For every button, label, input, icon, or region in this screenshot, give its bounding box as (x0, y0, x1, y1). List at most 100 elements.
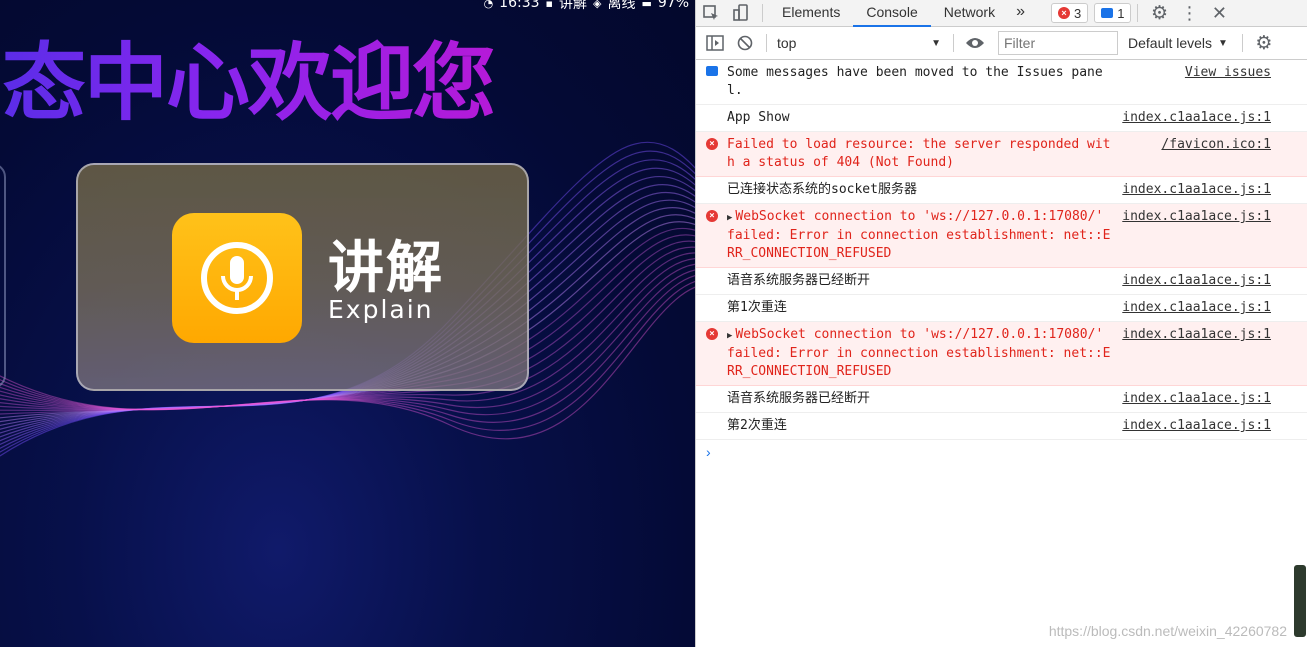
source-link[interactable]: /favicon.ico:1 (1161, 136, 1271, 154)
microphone-icon (172, 213, 302, 343)
console-message-text: 第2次重连 (727, 417, 1112, 435)
source-link[interactable]: index.c1aa1ace.js:1 (1122, 181, 1271, 199)
console-error-row[interactable]: × ▶ WebSocket connection to 'ws://127.0.0.… (696, 322, 1307, 386)
source-link[interactable]: index.c1aa1ace.js:1 (1122, 272, 1271, 290)
message-text: 已连接状态系统的socket服务器 (727, 182, 917, 197)
status-time: 16:33 (499, 0, 540, 11)
console-message-text: 第1次重连 (727, 299, 1112, 317)
tab-network[interactable]: Network (931, 0, 1008, 27)
dropdown-arrow-icon: ▼ (1218, 37, 1228, 49)
error-icon: × (706, 210, 718, 222)
source-link[interactable]: index.c1aa1ace.js:1 (1122, 390, 1271, 408)
console-message-text: App Show (727, 109, 1112, 127)
console-prompt[interactable]: › (696, 440, 1307, 464)
error-icon: × (706, 138, 718, 150)
message-text: 第1次重连 (727, 300, 787, 315)
console-message-text: Failed to load resource: the server resp… (727, 136, 1112, 172)
signal-icon: ◈ (593, 0, 602, 10)
message-icon (706, 66, 718, 76)
console-message-text: ▶ WebSocket connection to 'ws://127.0.0.1… (727, 326, 1112, 381)
app-icon: ▪ (545, 0, 553, 10)
dropdown-arrow-icon: ▼ (931, 37, 941, 49)
message-text: App Show (727, 110, 790, 125)
message-count: 1 (1117, 5, 1125, 21)
console-message-text: 语音系统服务器已经断开 (727, 390, 1112, 408)
more-tabs-button[interactable]: » (1008, 0, 1033, 27)
error-count: 3 (1074, 5, 1082, 21)
console-message-text: 语音系统服务器已经断开 (727, 272, 1112, 290)
message-text: 第2次重连 (727, 418, 787, 433)
source-link[interactable]: index.c1aa1ace.js:1 (1122, 109, 1271, 127)
status-bar: ◔ 16:33 ▪ 讲解 ◈ 离线 ▬ 97% (484, 0, 689, 12)
welcome-title: 态中心欢迎您 (2, 16, 496, 137)
devtools-panel: Elements Console Network » × 3 1 ⚙ ⋮ ✕ t… (695, 0, 1307, 647)
more-options-icon[interactable]: ⋮ (1174, 0, 1204, 27)
console-messages: Some messages have been moved to the Iss… (696, 60, 1307, 440)
previous-card[interactable] (0, 163, 6, 389)
inspect-element-icon[interactable] (696, 0, 726, 27)
log-levels-dropdown[interactable]: Default levels ▼ (1128, 35, 1228, 51)
levels-label: Default levels (1128, 35, 1213, 51)
watermark: https://blog.csdn.net/weixin_42260782 (1048, 623, 1287, 639)
status-app-name: 讲解 (559, 0, 587, 12)
expand-arrow-icon[interactable]: ▶ (727, 331, 732, 341)
settings-gear-icon[interactable]: ⚙ (1144, 0, 1174, 27)
console-log-row[interactable]: 第2次重连 index.c1aa1ace.js:1 (696, 413, 1307, 440)
message-text: 语音系统服务器已经断开 (727, 391, 871, 406)
error-icon: × (1058, 7, 1070, 19)
message-text: WebSocket connection to 'ws://127.0.0.1:… (727, 327, 1112, 379)
divider (953, 34, 954, 52)
tab-console[interactable]: Console (853, 0, 931, 27)
source-link[interactable]: index.c1aa1ace.js:1 (1122, 208, 1271, 226)
source-link[interactable]: index.c1aa1ace.js:1 (1122, 417, 1271, 435)
expand-arrow-icon[interactable]: ▶ (727, 213, 732, 223)
app-panel: ◔ 16:33 ▪ 讲解 ◈ 离线 ▬ 97% 态中心欢迎您 讲解 Explai… (0, 0, 695, 647)
message-count-badge[interactable]: 1 (1094, 3, 1132, 23)
console-message-text: Some messages have been moved to the Iss… (727, 64, 1112, 100)
scrollbar-thumb[interactable] (1294, 565, 1306, 637)
context-selector[interactable]: top ▼ (773, 32, 947, 54)
clock-icon: ◔ (483, 0, 494, 10)
console-log-row[interactable]: 语音系统服务器已经断开 index.c1aa1ace.js:1 (696, 386, 1307, 413)
context-value: top (777, 35, 797, 51)
console-settings-gear-icon[interactable]: ⚙ (1249, 30, 1279, 57)
divider (1137, 4, 1139, 22)
filter-input[interactable] (998, 31, 1118, 55)
status-battery: 97% (657, 0, 689, 11)
source-link[interactable]: index.c1aa1ace.js:1 (1122, 326, 1271, 344)
devtools-tabbar: Elements Console Network » × 3 1 ⚙ ⋮ ✕ (696, 0, 1307, 27)
message-icon (1101, 8, 1114, 18)
divider (762, 4, 763, 22)
console-log-row[interactable]: 语音系统服务器已经断开 index.c1aa1ace.js:1 (696, 268, 1307, 295)
message-text: 语音系统服务器已经断开 (727, 273, 871, 288)
console-info-row[interactable]: Some messages have been moved to the Iss… (696, 60, 1307, 105)
source-link[interactable]: index.c1aa1ace.js:1 (1122, 299, 1271, 317)
divider (766, 34, 767, 52)
console-log-row[interactable]: 第1次重连 index.c1aa1ace.js:1 (696, 295, 1307, 322)
console-toolbar: top ▼ Default levels ▼ ⚙ (696, 27, 1307, 60)
battery-icon: ▬ (641, 0, 652, 10)
error-count-badge[interactable]: × 3 (1051, 3, 1089, 23)
sidebar-toggle-icon[interactable] (700, 30, 730, 57)
device-toolbar-icon[interactable] (726, 0, 756, 27)
console-log-row[interactable]: App Show index.c1aa1ace.js:1 (696, 105, 1307, 132)
explain-card[interactable]: 讲解 Explain (76, 163, 529, 391)
console-log-row[interactable]: 已连接状态系统的socket服务器 index.c1aa1ace.js:1 (696, 177, 1307, 204)
console-message-text: 已连接状态系统的socket服务器 (727, 181, 1112, 199)
card-title: 讲解 (328, 236, 444, 301)
card-subtitle: Explain (328, 295, 434, 324)
close-icon[interactable]: ✕ (1204, 0, 1234, 27)
status-network: 离线 (607, 0, 636, 12)
error-icon: × (706, 328, 718, 340)
divider (1241, 34, 1243, 52)
message-text: WebSocket connection to 'ws://127.0.0.1:… (727, 209, 1112, 261)
console-error-row[interactable]: × ▶ WebSocket connection to 'ws://127.0.0.… (696, 204, 1307, 268)
live-expression-eye-icon[interactable] (960, 30, 990, 57)
message-text: Failed to load resource: the server resp… (727, 137, 1111, 170)
clear-console-icon[interactable] (730, 30, 760, 57)
console-error-row[interactable]: × Failed to load resource: the server res… (696, 132, 1307, 177)
console-message-text: ▶ WebSocket connection to 'ws://127.0.0.1… (727, 208, 1112, 263)
message-text: Some messages have been moved to the Iss… (727, 65, 1103, 98)
tab-elements[interactable]: Elements (769, 0, 853, 27)
source-link[interactable]: View issues (1185, 64, 1271, 82)
